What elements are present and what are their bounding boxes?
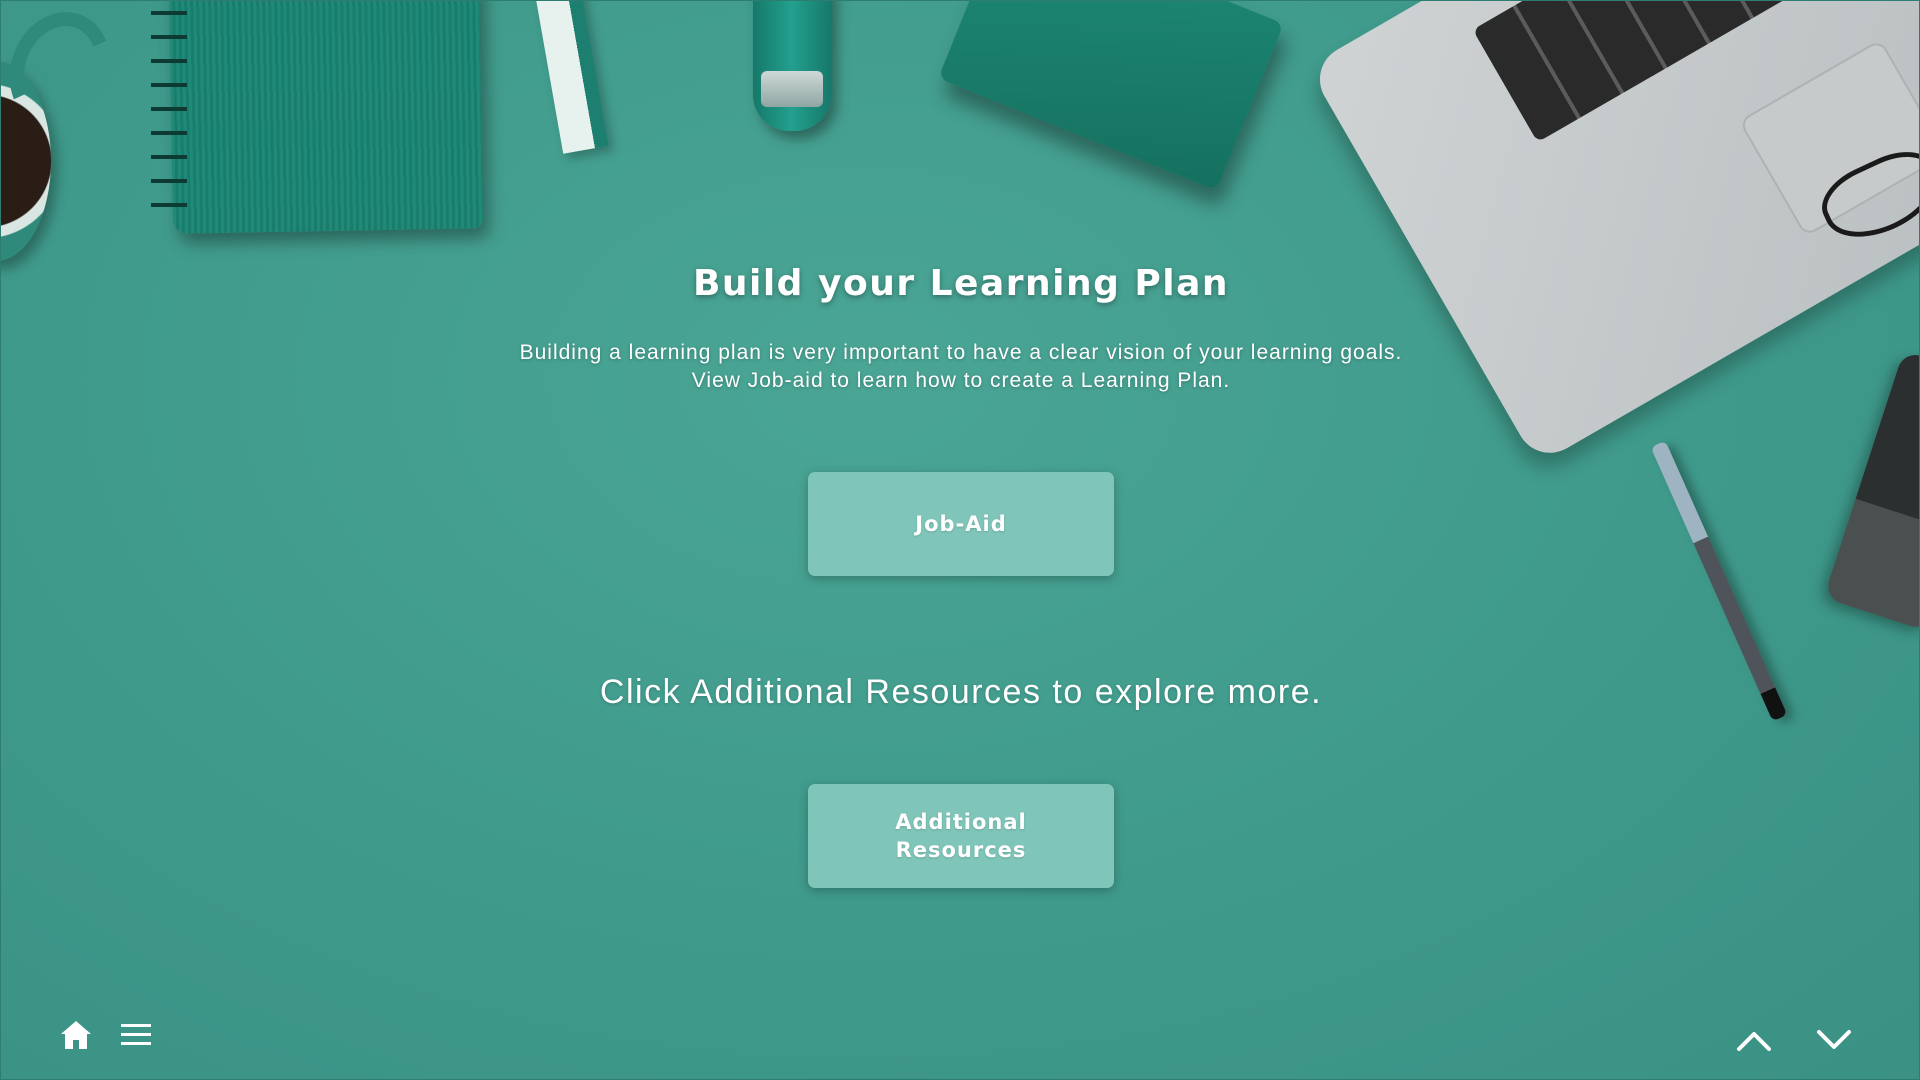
book-image <box>938 1 1284 191</box>
chevron-down-icon[interactable] <box>1815 1027 1853 1053</box>
page-title: Build your Learning Plan <box>692 263 1230 304</box>
description-line-2: View Job-aid to learn how to create a Le… <box>691 369 1231 392</box>
job-aid-button-label: Job-Aid <box>915 512 1007 536</box>
job-aid-button[interactable]: Job-Aid <box>808 472 1114 576</box>
additional-resources-button[interactable]: Additional Resources <box>808 784 1114 888</box>
explore-prompt: Click Additional Resources to explore mo… <box>599 673 1323 711</box>
page-description: Building a learning plan is very importa… <box>361 339 1561 395</box>
stapler-metal-image <box>761 71 823 107</box>
slide-stage: Build your Learning Plan Building a lear… <box>0 0 1920 1080</box>
chevron-up-icon[interactable] <box>1735 1027 1773 1053</box>
description-line-1: Building a learning plan is very importa… <box>519 341 1403 364</box>
additional-resources-button-label: Additional Resources <box>895 810 1027 862</box>
phone-image <box>1823 350 1919 632</box>
notebook-spiral-image <box>151 1 187 221</box>
ruler-image <box>535 1 609 154</box>
menu-icon[interactable] <box>119 1021 153 1049</box>
stapler-image <box>753 1 831 131</box>
notebook-image <box>168 1 484 234</box>
home-icon[interactable] <box>59 1019 93 1051</box>
